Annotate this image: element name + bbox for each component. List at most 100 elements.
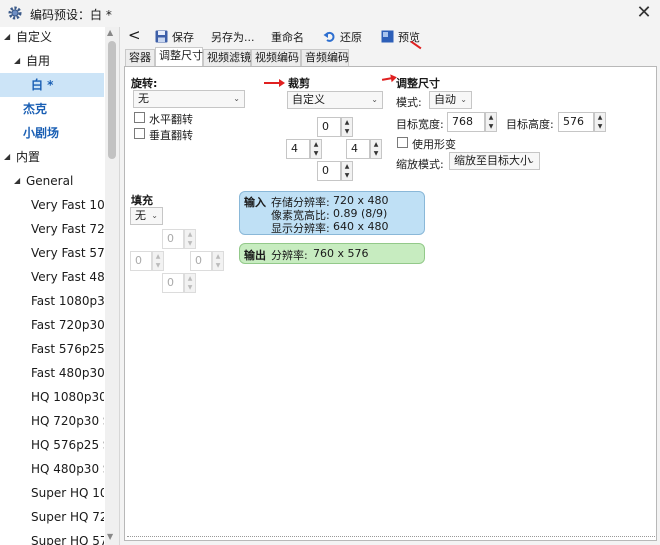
- preview-label: 预览: [398, 31, 420, 44]
- tree-item[interactable]: Very Fast 576p25: [0, 241, 104, 265]
- target-width-input[interactable]: 768: [447, 112, 485, 132]
- expand-arrow-icon[interactable]: ◢: [4, 27, 10, 49]
- tree-item[interactable]: Fast 720p30: [0, 313, 104, 337]
- crop-mode-value: 自定义: [292, 93, 325, 106]
- save-button[interactable]: 保存: [155, 30, 194, 46]
- crop-left-stepper[interactable]: ▲ ▼: [310, 139, 322, 159]
- target-height-input[interactable]: 576: [558, 112, 594, 132]
- hflip-checkbox[interactable]: [134, 112, 145, 123]
- padding-top-input[interactable]: 0: [162, 229, 184, 249]
- title-bar: 编码预设：白 * ✕: [0, 0, 660, 27]
- tree-item[interactable]: ◢ 自定义: [0, 27, 104, 49]
- rename-button[interactable]: 重命名: [271, 30, 304, 46]
- crop-mode-dropdown[interactable]: 自定义 ⌄: [287, 91, 383, 109]
- pixel-aspect-value: 0.89 (8/9): [333, 207, 388, 220]
- padding-bottom-input[interactable]: 0: [162, 273, 184, 293]
- tree-item[interactable]: ◢ 内置: [0, 145, 104, 169]
- padding-mode-dropdown[interactable]: 无 ⌄: [130, 207, 163, 225]
- tree-item-label: General: [26, 174, 74, 188]
- resize-mode-dropdown[interactable]: 自动 ⌄: [429, 91, 472, 109]
- tab-video-encoding[interactable]: 视频编码: [251, 49, 301, 66]
- padding-right-input[interactable]: 0: [190, 251, 212, 271]
- tree-item-label: Very Fast 720p30: [31, 222, 104, 236]
- tree-item[interactable]: HQ 1080p30 Surround: [0, 385, 104, 409]
- padding-right-stepper[interactable]: ▲ ▼: [212, 251, 224, 271]
- tree-item[interactable]: Super HQ 576p25 Surround: [0, 529, 104, 545]
- rotate-dropdown[interactable]: 无 ⌄: [133, 90, 245, 108]
- scale-mode-dropdown[interactable]: 缩放至目标大小 ⌄: [449, 152, 540, 170]
- target-height-stepper[interactable]: ▲ ▼: [594, 112, 606, 132]
- padding-bottom-stepper[interactable]: ▲ ▼: [184, 273, 196, 293]
- crop-right-stepper[interactable]: ▲ ▼: [370, 139, 382, 159]
- target-width-stepper[interactable]: ▲ ▼: [485, 112, 497, 132]
- scroll-down-icon[interactable]: ▼: [107, 532, 113, 541]
- resize-mode-value: 自动: [434, 93, 456, 106]
- expand-arrow-icon[interactable]: ◢: [14, 169, 20, 193]
- tree-item[interactable]: Very Fast 480p30: [0, 265, 104, 289]
- sidebar-scrollbar[interactable]: ▲ ▼: [105, 27, 119, 545]
- tab-resize[interactable]: 调整尺寸: [155, 47, 203, 67]
- save-label: 保存: [172, 31, 194, 44]
- tree-item-label: Very Fast 480p30: [31, 270, 104, 284]
- tab-container[interactable]: 容器: [125, 49, 155, 66]
- anamorphic-label: 使用形变: [412, 138, 456, 151]
- tree-item[interactable]: 小剧场: [0, 121, 104, 145]
- padding-mode-value: 无: [135, 209, 146, 222]
- anamorphic-checkbox[interactable]: [397, 137, 408, 148]
- tree-item[interactable]: Very Fast 720p30: [0, 217, 104, 241]
- tree-item[interactable]: ◢ 自用: [0, 49, 104, 73]
- scrollbar-thumb[interactable]: [108, 41, 116, 159]
- resize-label: 调整尺寸: [396, 77, 440, 90]
- tree-item-label: HQ 720p30 Surround: [31, 414, 104, 428]
- output-resolution-label: 分辨率:: [271, 249, 308, 262]
- padding-left-input[interactable]: 0: [130, 251, 152, 271]
- tree-item-label: 小剧场: [23, 126, 60, 140]
- crop-bottom-input[interactable]: 0: [317, 161, 341, 181]
- tree-item[interactable]: 白 *: [0, 73, 104, 97]
- chevron-down-icon: ⌄: [460, 95, 467, 104]
- tree-item[interactable]: HQ 576p25 Surround: [0, 433, 104, 457]
- tree-item-label: Very Fast 1080p30: [31, 198, 104, 212]
- vflip-checkbox[interactable]: [134, 128, 145, 139]
- crop-left-input[interactable]: 4: [286, 139, 310, 159]
- scale-mode-label: 缩放模式:: [396, 158, 444, 171]
- restore-button[interactable]: 还原: [323, 30, 362, 46]
- tree-item-label: Fast 1080p30: [31, 294, 104, 308]
- crop-right-input[interactable]: 4: [346, 139, 370, 159]
- expand-arrow-icon[interactable]: ◢: [14, 49, 20, 73]
- preview-icon: [381, 30, 394, 43]
- resize-panel: [124, 66, 657, 541]
- tree-item[interactable]: Super HQ 720p30 Surround: [0, 505, 104, 529]
- tree-item[interactable]: HQ 480p30 Surround: [0, 457, 104, 481]
- padding-left-stepper[interactable]: ▲ ▼: [152, 251, 164, 271]
- close-button[interactable]: ✕: [628, 0, 660, 27]
- tree-item-label: 杰克: [23, 102, 48, 116]
- crop-top-input[interactable]: 0: [317, 117, 341, 137]
- crop-bottom-stepper[interactable]: ▲ ▼: [341, 161, 353, 181]
- tab-audio-encoding[interactable]: 音频编码: [301, 49, 349, 66]
- tree-item[interactable]: Fast 576p25: [0, 337, 104, 361]
- tree-item-label: Very Fast 576p25: [31, 246, 104, 260]
- padding-top-stepper[interactable]: ▲ ▼: [184, 229, 196, 249]
- crop-top-stepper[interactable]: ▲ ▼: [341, 117, 353, 137]
- tree-item-label: HQ 576p25 Surround: [31, 438, 104, 452]
- scroll-up-icon[interactable]: ▲: [107, 28, 113, 37]
- padding-label: 填充: [131, 194, 153, 207]
- tree-item[interactable]: Super HQ 1080p30 Surround: [0, 481, 104, 505]
- tree-item[interactable]: 杰克: [0, 97, 104, 121]
- tree-item-label: Fast 720p30: [31, 318, 104, 332]
- scale-mode-value: 缩放至目标大小: [454, 154, 531, 167]
- tree-item[interactable]: Fast 480p30: [0, 361, 104, 385]
- tree-item[interactable]: HQ 720p30 Surround: [0, 409, 104, 433]
- tree-item-label: 内置: [16, 150, 41, 164]
- save-as-button[interactable]: 另存为...: [211, 30, 255, 46]
- tab-video-filters[interactable]: 视频滤镜: [203, 49, 251, 66]
- tree-item[interactable]: Very Fast 1080p30: [0, 193, 104, 217]
- tree-item[interactable]: Fast 1080p30: [0, 289, 104, 313]
- back-button[interactable]: <: [128, 27, 141, 43]
- expand-arrow-icon[interactable]: ◢: [4, 145, 10, 169]
- preset-tree[interactable]: ◢ 自定义 ◢ 自用白 * 杰克小剧场 ◢ 内置 ◢ General Very Fast 1080…: [0, 27, 120, 545]
- chevron-down-icon: ⌄: [233, 94, 240, 103]
- tree-item[interactable]: ◢ General: [0, 169, 104, 193]
- tree-item-label: Fast 576p25: [31, 342, 104, 356]
